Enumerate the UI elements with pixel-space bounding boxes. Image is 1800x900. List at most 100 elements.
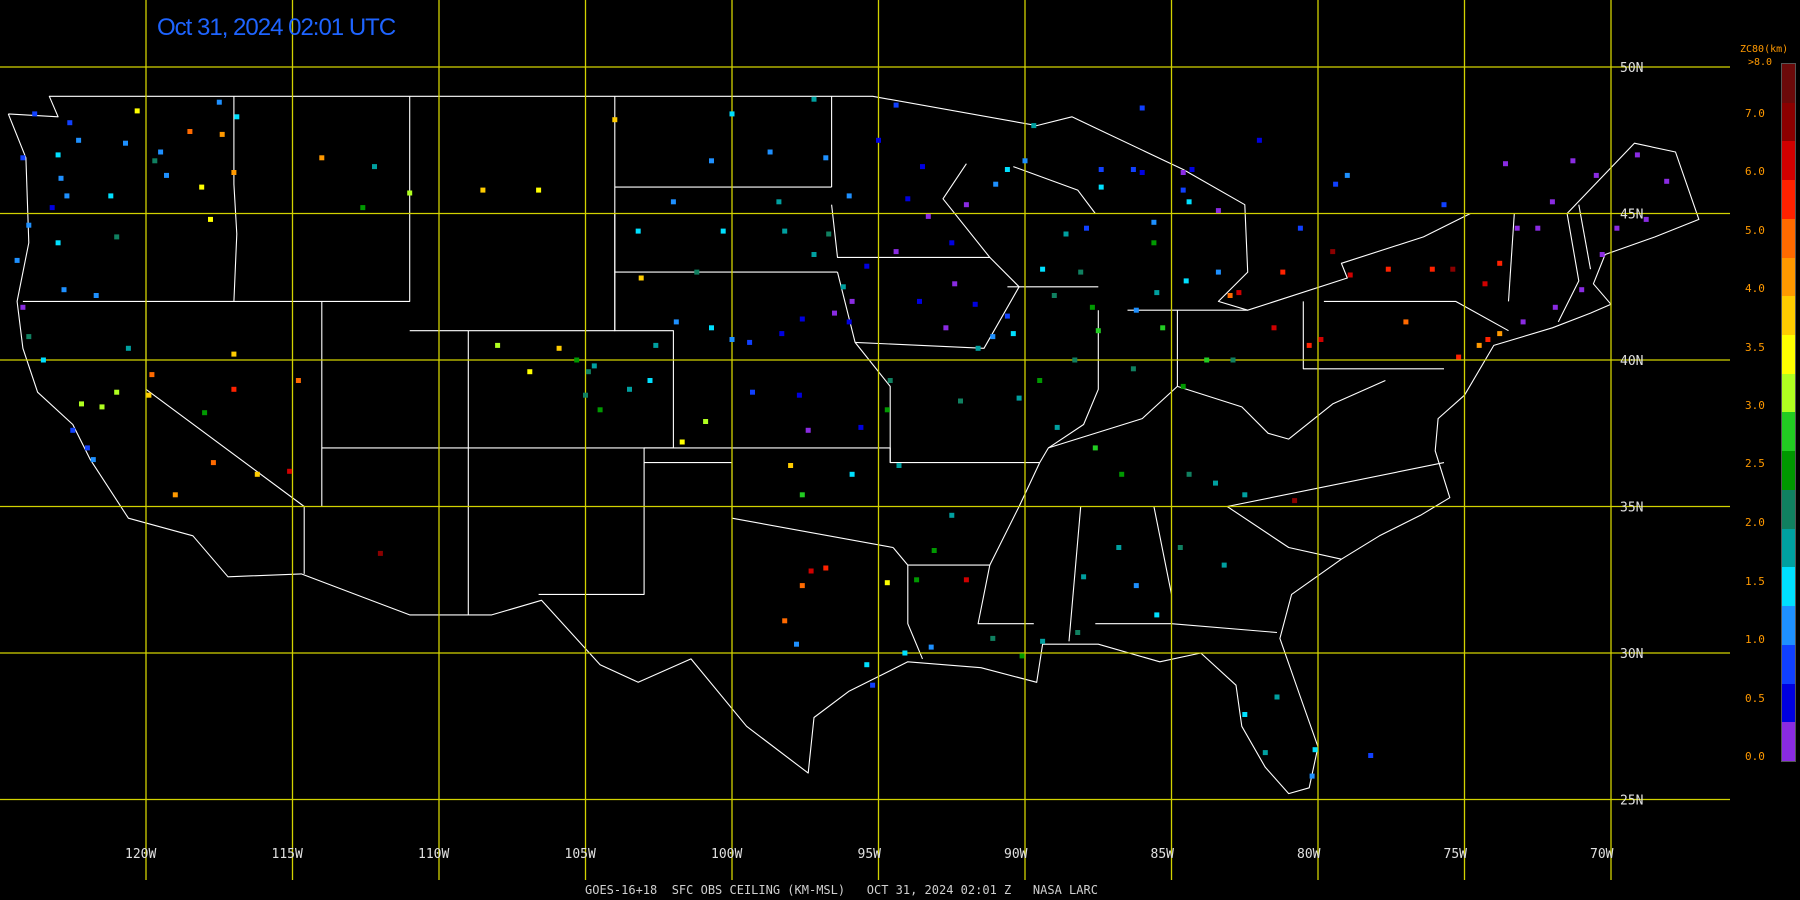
observation-dot [67, 120, 73, 126]
longitude-label: 85W [1151, 847, 1175, 862]
observation-dot [172, 492, 178, 498]
colorbar-label: 3.0 [1745, 399, 1765, 412]
observation-dot [703, 419, 709, 424]
observation-dot [377, 550, 383, 556]
colorbar-label: 1.0 [1745, 633, 1765, 646]
border-line [1226, 506, 1342, 560]
observation-dot [958, 398, 963, 404]
observation-dot [799, 316, 805, 322]
observation-dot [114, 234, 120, 240]
observation-dot [1133, 583, 1139, 589]
observation-dot [407, 190, 413, 196]
latitude-label: 30N [1620, 647, 1643, 662]
border-line [673, 447, 1040, 464]
observation-dot [1022, 158, 1028, 164]
observation-dot [972, 301, 978, 307]
observation-dot [931, 548, 937, 553]
observation-dot [1004, 167, 1010, 172]
observation-dot [527, 369, 533, 375]
border-line [1302, 301, 1444, 370]
observation-dot [905, 196, 911, 202]
observation-dot [1183, 278, 1189, 284]
observation-dot [1051, 293, 1057, 298]
observation-dot [64, 193, 70, 199]
observation-dot [709, 325, 714, 331]
observation-dot [58, 175, 64, 181]
observation-dot [1139, 105, 1145, 111]
observation-dot [963, 202, 969, 208]
observation-dot [653, 342, 659, 348]
longitude-label: 80W [1297, 847, 1321, 862]
observation-dot [870, 682, 876, 688]
observation-dot [864, 263, 870, 269]
observation-dot [1242, 492, 1248, 498]
observation-dot [90, 457, 96, 463]
observation-dot [952, 281, 958, 287]
colorbar-segment [1782, 102, 1795, 142]
observation-dot [1072, 357, 1078, 363]
observation-dot [799, 492, 805, 498]
border-line [1019, 462, 1445, 508]
observation-dot [597, 407, 603, 413]
observation-dot [1154, 290, 1160, 296]
colorbar [1781, 63, 1796, 762]
observation-dot [884, 580, 890, 586]
observation-dot [928, 644, 934, 650]
colorbar-label: 2.0 [1745, 516, 1765, 529]
border-line [1578, 204, 1592, 270]
colorbar-segment [1782, 218, 1795, 258]
observation-dot [14, 257, 20, 263]
observation-dot [1482, 281, 1488, 287]
observation-dot [1095, 328, 1101, 334]
observation-dot [1520, 319, 1526, 325]
border-line [1095, 506, 1173, 625]
observation-dot [920, 164, 925, 170]
observation-dot [1186, 199, 1192, 205]
longitude-label: 70W [1590, 847, 1614, 862]
observation-dot [1189, 167, 1195, 172]
observation-dot [1593, 172, 1599, 178]
observation-dot [729, 337, 735, 342]
observation-dot [1344, 172, 1350, 178]
observation-dot [876, 137, 881, 143]
observation-dot [1450, 266, 1456, 272]
longitude-label: 90W [1004, 847, 1028, 862]
border-line [836, 271, 891, 463]
observation-dot [840, 284, 846, 290]
observation-dot [1614, 225, 1620, 231]
colorbar-top-label: >8.0 [1748, 57, 1773, 68]
grid-labels: 120W 115W 110W 105W 100W 95W 90W 85W 80W 75W 70W 50… [125, 61, 1643, 862]
latitude-label: 45N [1620, 208, 1643, 223]
observation-dot [647, 378, 653, 383]
observation-dot [20, 155, 26, 161]
border-line [7, 95, 1700, 795]
border-line [22, 96, 411, 302]
observation-dot [134, 108, 140, 114]
observation-dot [1010, 331, 1016, 337]
border-line [989, 462, 1041, 566]
observation-dot [1081, 574, 1087, 580]
observation-dot [1497, 260, 1503, 266]
observation-dot [1075, 630, 1081, 635]
observation-dot [1599, 252, 1605, 257]
colorbar-label: 0.5 [1745, 692, 1765, 705]
observation-dot [591, 363, 597, 369]
observation-dot [794, 641, 799, 647]
observation-dot [893, 102, 899, 108]
observation-dot [963, 577, 969, 583]
observation-dot [1476, 342, 1482, 348]
observation-dot [1215, 208, 1221, 214]
footer-caption: GOES-16+18 SFC OBS CEILING (KM-MSL) OCT … [585, 883, 1098, 897]
observation-dot [1180, 187, 1186, 193]
observation-dot [210, 460, 216, 466]
observation-dot [1037, 378, 1043, 383]
observation-dot [1160, 325, 1166, 331]
latitude-label: 35N [1620, 501, 1643, 516]
observation-dot [32, 111, 38, 117]
observation-dot [612, 117, 618, 123]
observation-dot [216, 99, 222, 105]
observation-dot [1204, 357, 1210, 363]
observation-dot [231, 351, 237, 357]
observation-dot [231, 170, 237, 175]
observation-dot [679, 439, 685, 445]
